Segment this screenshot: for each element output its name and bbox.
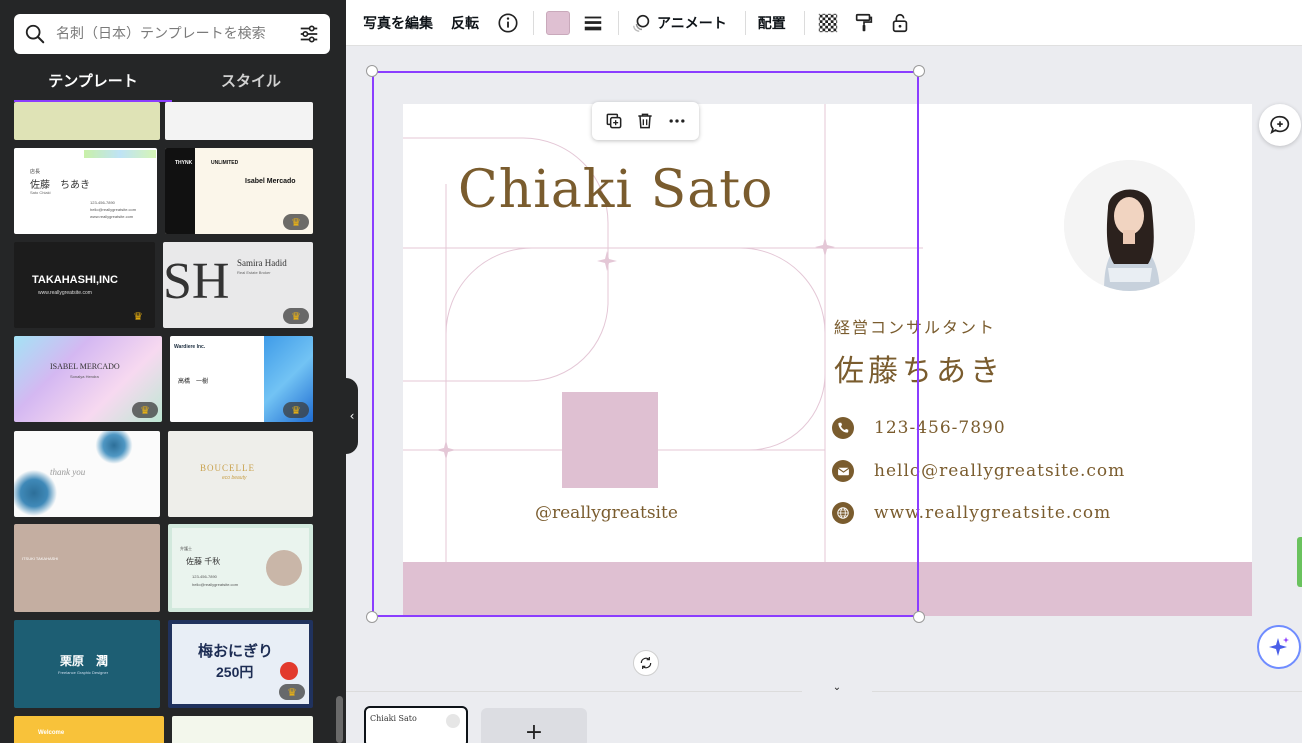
card-name-latin[interactable]: Chiaki Sato <box>458 160 773 220</box>
globe-icon <box>832 502 854 524</box>
sparkle-icon <box>1269 637 1289 656</box>
add-comment-button[interactable] <box>1259 104 1301 146</box>
template-card-2[interactable]: THYNK UNLIMITED Isabel Mercado ♛ <box>165 148 313 234</box>
lock-icon[interactable] <box>889 12 911 34</box>
template-card-13[interactable]: Welcome <box>14 716 164 743</box>
element-floating-menu <box>592 102 699 140</box>
toolbar-divider <box>533 10 534 35</box>
transparency-icon[interactable] <box>817 12 839 34</box>
more-options-icon[interactable] <box>666 110 688 132</box>
template-grid: 店長 佐藤 ちあき Sato Chiaki 123-456-7890 hello… <box>0 102 346 743</box>
rotate-handle[interactable] <box>633 650 659 676</box>
pink-footer-bar[interactable] <box>403 562 1252 616</box>
profile-photo[interactable] <box>1064 160 1195 291</box>
pages-strip: ⌄ Chiaki Sato + <box>346 682 1302 743</box>
premium-crown-icon: ♛ <box>132 402 158 418</box>
toolbar-divider <box>803 10 805 35</box>
duplicate-icon[interactable] <box>603 110 625 132</box>
search-icon <box>25 24 45 44</box>
template-card-0[interactable] <box>14 102 160 140</box>
templates-scrollbar[interactable] <box>336 696 343 743</box>
template-card-11[interactable]: 栗原 潤 Freelance Graphic Designer <box>14 620 160 708</box>
template-card-10[interactable]: 弁護士 佐藤 千秋 123-456-7890 hello@reallygreat… <box>168 524 313 612</box>
template-card-9[interactable]: ITSUKI TAKAHASHI <box>14 524 160 612</box>
resize-handle-top-right[interactable] <box>913 65 925 77</box>
contact-email[interactable]: hello@reallygreatsite.com <box>832 460 1125 482</box>
contact-phone[interactable]: 123-456-7890 <box>832 417 1006 439</box>
template-card-3[interactable]: TAKAHASHI,INC www.reallygreatsite.com ♛ <box>14 242 155 328</box>
premium-crown-icon: ♛ <box>283 308 309 324</box>
page-thumbnail-1[interactable]: Chiaki Sato <box>364 706 468 743</box>
color-swatch[interactable] <box>546 10 570 35</box>
edit-photo-button[interactable]: 写真を編集 <box>363 13 433 33</box>
card-name-japanese[interactable]: 佐藤ちあき <box>834 346 1004 390</box>
animate-label: アニメート <box>657 15 727 32</box>
toolbar-divider <box>744 10 746 35</box>
template-card-7[interactable]: thank you <box>14 431 160 517</box>
resize-handle-bottom-right[interactable] <box>913 611 925 623</box>
add-page-button[interactable]: + <box>481 708 587 743</box>
template-card-6[interactable]: Wardiere Inc. 高橋 一樹 ♛ <box>170 336 313 422</box>
collapse-panel-button[interactable]: ‹ <box>346 378 358 454</box>
comment-plus-icon <box>1270 115 1290 135</box>
context-toolbar: 写真を編集 反転 アニメート 配置 <box>346 0 1302 46</box>
premium-crown-icon: ♛ <box>279 684 305 700</box>
mail-icon <box>832 460 854 482</box>
search-input[interactable] <box>56 26 298 42</box>
info-icon[interactable] <box>497 12 519 34</box>
side-drawer-tab[interactable] <box>1297 537 1302 587</box>
filter-icon[interactable] <box>298 23 320 45</box>
flip-button[interactable]: 反転 <box>451 13 479 33</box>
template-card-12[interactable]: 梅おにぎり 250円 ♛ <box>168 620 313 708</box>
resize-handle-top-left[interactable] <box>366 65 378 77</box>
paint-roller-icon[interactable] <box>853 12 875 34</box>
rotate-icon <box>640 657 652 669</box>
template-card-8[interactable]: BOUCELLE eco beauty <box>168 431 313 517</box>
position-button[interactable]: 配置 <box>758 13 786 33</box>
template-card-0b[interactable] <box>165 102 313 140</box>
template-card-4[interactable]: SH Samira Hadid Real Estate Broker ♛ <box>163 242 313 328</box>
phone-text: 123-456-7890 <box>874 418 1006 438</box>
tab-templates[interactable]: テンプレート <box>14 62 172 102</box>
social-handle[interactable]: @reallygreatsite <box>535 503 678 523</box>
animate-button[interactable]: アニメート <box>631 12 727 34</box>
animate-icon <box>633 14 650 32</box>
premium-crown-icon: ♛ <box>283 402 309 418</box>
premium-crown-icon: ♛ <box>133 309 143 323</box>
premium-crown-icon: ♛ <box>283 214 309 230</box>
templates-panel: テンプレート スタイル 店長 佐藤 ちあき Sato Chiaki 123-45… <box>0 0 346 743</box>
resize-handle-bottom-left[interactable] <box>366 611 378 623</box>
website-text: www.reallygreatsite.com <box>874 503 1112 523</box>
pink-square-shape[interactable] <box>562 392 658 488</box>
phone-icon <box>832 417 854 439</box>
template-card-5[interactable]: ISABEL MERCADO Sonalya Hendra ♛ <box>14 336 162 422</box>
chevron-left-icon: ‹ <box>349 409 355 423</box>
business-card[interactable]: Chiaki Sato 経営コンサルタント 佐藤ちあき 123-456-7890… <box>403 104 1252 616</box>
card-role[interactable]: 経営コンサルタント <box>834 314 996 338</box>
trash-icon[interactable] <box>634 110 656 132</box>
chevron-down-icon[interactable]: ⌄ <box>802 682 872 694</box>
template-card-14[interactable] <box>172 716 313 743</box>
toolbar-divider <box>618 10 619 35</box>
search-box[interactable] <box>14 14 330 54</box>
line-weight-icon[interactable] <box>582 12 604 34</box>
magic-assistant-button[interactable] <box>1257 625 1301 669</box>
template-card-1[interactable]: 店長 佐藤 ちあき Sato Chiaki 123-456-7890 hello… <box>14 148 157 234</box>
contact-website[interactable]: www.reallygreatsite.com <box>832 502 1111 524</box>
page-thumbnail-title: Chiaki Sato <box>370 714 417 723</box>
email-text: hello@reallygreatsite.com <box>874 461 1126 481</box>
panel-tabs: テンプレート スタイル <box>14 62 330 102</box>
tab-styles[interactable]: スタイル <box>172 62 330 102</box>
